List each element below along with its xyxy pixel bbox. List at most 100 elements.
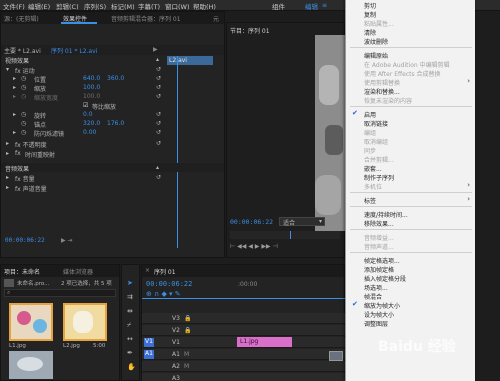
fit-dropdown[interactable]: 适合 ▾: [279, 217, 325, 227]
audio-effects-arrow-icon[interactable]: ▴: [156, 164, 159, 171]
program-playhead[interactable]: [290, 231, 291, 239]
reset-icon[interactable]: ↺: [156, 174, 161, 181]
source-patch-a1[interactable]: A1: [144, 350, 154, 359]
effect-row-time-remap[interactable]: ▸ fx 时间重映射: [1, 149, 224, 159]
effect-row-rotation[interactable]: ▸ ◷ 旋转 0.0 ↺: [1, 110, 224, 120]
source-patch-v1[interactable]: V1: [144, 338, 154, 347]
track-v2[interactable]: V2 🔒: [142, 325, 346, 336]
workspace-assembly[interactable]: 组件: [272, 1, 285, 11]
reset-icon[interactable]: ↺: [156, 140, 161, 147]
stopwatch-icon[interactable]: ◷: [21, 84, 26, 91]
selection-tool-icon[interactable]: ➤: [127, 279, 133, 287]
effect-timecode[interactable]: 00:00:06:22: [5, 237, 45, 244]
menu-marker[interactable]: 标记(M): [111, 1, 135, 11]
workspace-editing[interactable]: 编辑: [305, 1, 318, 11]
track-a3[interactable]: A3: [142, 373, 346, 381]
effect-panel-tools-icon[interactable]: ▶ ⇥: [61, 237, 73, 244]
track-v1[interactable]: V1 V1 L1.jpg: [142, 337, 346, 348]
lock-icon[interactable]: 🔒: [184, 327, 191, 334]
disclosure-icon[interactable]: ▾: [6, 66, 9, 73]
context-menu-item[interactable]: 波纹删除: [346, 36, 476, 46]
menu-title[interactable]: 字幕(T): [138, 1, 160, 11]
tab-metadata[interactable]: 元: [213, 14, 219, 23]
work-area-bar[interactable]: [142, 298, 346, 299]
disclosure-icon[interactable]: ▸: [13, 93, 16, 100]
anti-flicker-value[interactable]: 0.00: [83, 129, 96, 136]
reset-icon[interactable]: ↺: [156, 120, 161, 127]
tab-sequence-01[interactable]: 序列 01: [154, 267, 176, 276]
effect-row-channel-volume[interactable]: ▸ fx 声道音量: [1, 183, 224, 193]
context-menu-item[interactable]: 移除效果...: [346, 218, 476, 228]
program-scrubber[interactable]: [230, 231, 340, 239]
checkbox-checked-icon[interactable]: ☑: [83, 102, 88, 109]
stopwatch-icon[interactable]: ◷: [21, 93, 26, 100]
rotation-value[interactable]: 0.0: [83, 111, 93, 118]
stopwatch-icon[interactable]: ◷: [21, 75, 26, 82]
reset-icon[interactable]: ↺: [156, 93, 161, 100]
close-icon[interactable]: ×: [145, 267, 150, 274]
disclosure-icon[interactable]: ▸: [6, 174, 9, 181]
track-a1[interactable]: A1 A1 M: [142, 349, 346, 360]
anchor-x-value[interactable]: 320.0: [83, 120, 100, 127]
context-menu-item[interactable]: 标签 ›: [346, 195, 476, 205]
stopwatch-icon[interactable]: ◷: [21, 120, 26, 127]
effect-row-motion[interactable]: ▾ fx 运动 ↺: [1, 65, 224, 75]
tab-media-browser[interactable]: 媒体浏览器: [63, 267, 93, 276]
clip-thumbnail-l1[interactable]: [9, 303, 53, 341]
reset-icon[interactable]: ↺: [156, 84, 161, 91]
pen-tool-icon[interactable]: ✒: [127, 349, 133, 357]
mute-icon[interactable]: M: [184, 363, 189, 370]
program-title[interactable]: 节目：序列 01: [230, 26, 270, 35]
menu-window[interactable]: 窗口(W): [165, 1, 190, 11]
clip-thumbnail-l2[interactable]: [63, 303, 107, 341]
track-select-tool-icon[interactable]: ⇉: [127, 293, 133, 301]
slip-tool-icon[interactable]: ↔: [127, 335, 133, 343]
menu-clip[interactable]: 剪辑(C): [56, 1, 79, 11]
timeline-tool-icons[interactable]: ⊕ ∩ ◆ ▾ ✎: [146, 290, 181, 298]
effect-row-anchor[interactable]: ◷ 锚点 320.0 176.0 ↺: [1, 119, 224, 129]
video-effects-arrow-icon[interactable]: ▴: [156, 56, 159, 63]
clip-thumbnail-3[interactable]: [9, 351, 53, 379]
menu-edit[interactable]: 编辑(E): [28, 1, 50, 11]
effect-row-scale-width[interactable]: ▸ ◷ 缩放宽度 100.0 ↺: [1, 92, 224, 102]
context-menu-item[interactable]: 调整图层: [346, 318, 476, 328]
effect-row-volume[interactable]: ▸ fx 音量 ↺: [1, 173, 224, 183]
effect-row-position[interactable]: ▸ ◷ 位置 640.0 360.0 ↺: [1, 74, 224, 84]
scale-width-value[interactable]: 100.0: [83, 93, 100, 100]
program-timecode[interactable]: 00:00:06:22: [230, 218, 273, 226]
stopwatch-icon[interactable]: ◷: [21, 129, 26, 136]
tab-source[interactable]: 源：(无剪辑): [4, 14, 39, 23]
sequence-clip-label[interactable]: 序列 01 * L2.avi: [51, 46, 97, 55]
program-video-frame[interactable]: [315, 35, 346, 231]
workspace-editing-menu-icon[interactable]: ≡: [322, 2, 327, 9]
menu-file[interactable]: 文件(F): [3, 1, 25, 11]
stopwatch-icon[interactable]: ◷: [21, 111, 26, 118]
reset-icon[interactable]: ↺: [156, 66, 161, 73]
timeline-timecode[interactable]: 00:00:06:22: [146, 280, 192, 288]
lock-icon[interactable]: 🔒: [184, 315, 191, 322]
scale-value[interactable]: 100.0: [83, 84, 100, 91]
menu-help[interactable]: 帮助(H): [193, 1, 216, 11]
effect-row-scale[interactable]: ▸ ◷ 缩放 100.0 ↺: [1, 83, 224, 93]
track-v3[interactable]: V3 🔒: [142, 313, 346, 324]
menu-sequence[interactable]: 序列(S): [84, 1, 106, 11]
razor-tool-icon[interactable]: ⌿: [127, 321, 131, 330]
track-a2[interactable]: A2 M: [142, 361, 346, 372]
tab-audio-clip-mixer[interactable]: 音频剪辑混合器：序列 01: [111, 14, 181, 23]
reset-icon[interactable]: ↺: [156, 111, 161, 118]
program-transport-icons[interactable]: ⊢ ◀◀ ◀ ▶ ▶▶ ⊣: [230, 243, 278, 250]
ripple-edit-tool-icon[interactable]: ⇹: [127, 307, 133, 315]
disclosure-icon[interactable]: ▸: [6, 150, 9, 157]
master-clip-label[interactable]: 主要 * L2.avi: [4, 46, 41, 55]
disclosure-icon[interactable]: ▸: [13, 84, 16, 91]
mute-icon[interactable]: M: [184, 351, 189, 358]
position-y-value[interactable]: 360.0: [107, 75, 124, 82]
hand-tool-icon[interactable]: ✋: [127, 363, 136, 371]
tab-project[interactable]: 项目：未命名: [4, 267, 40, 276]
reset-icon[interactable]: ↺: [156, 75, 161, 82]
disclosure-icon[interactable]: ▸: [13, 75, 16, 82]
position-x-value[interactable]: 640.0: [83, 75, 100, 82]
project-search-input[interactable]: ⌕: [4, 289, 116, 297]
timeline-clip-l1[interactable]: L1.jpg: [237, 337, 292, 347]
anchor-y-value[interactable]: 176.0: [107, 120, 124, 127]
